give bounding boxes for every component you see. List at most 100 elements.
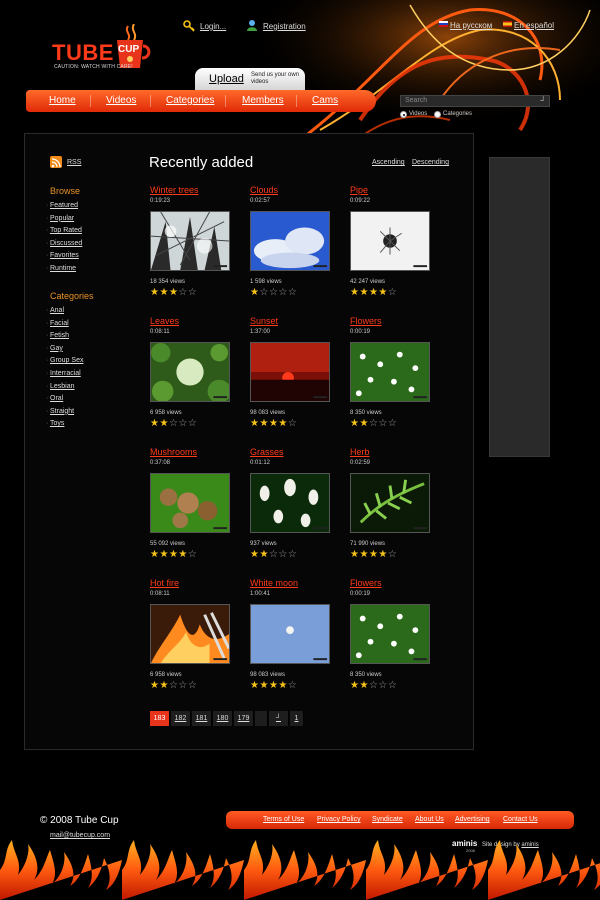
search-input[interactable]: Search ┘ [400, 95, 550, 107]
star-empty-icon: ☆ [387, 287, 398, 298]
login-link[interactable]: Login... [200, 22, 226, 31]
categories-item[interactable]: Toys [50, 420, 64, 427]
video-thumbnail[interactable] [150, 211, 230, 271]
search-videos-radio[interactable] [400, 111, 407, 118]
video-title[interactable]: Grasses [250, 447, 284, 457]
rating-stars[interactable]: ★★☆☆☆ [250, 550, 297, 560]
video-duration: 0:09:22 [350, 198, 371, 204]
star-filled-icon: ★ [168, 287, 179, 298]
video-title[interactable]: Clouds [250, 185, 278, 195]
page-link[interactable]: 181 [192, 711, 212, 726]
star-empty-icon: ☆ [187, 418, 198, 429]
categories-item[interactable]: Group Sex [50, 357, 83, 364]
rating-stars[interactable]: ★★★★☆ [250, 419, 297, 429]
rss-link[interactable]: RSS [67, 159, 81, 166]
footer-link-syndicate[interactable]: Syndicate [372, 816, 403, 823]
footer-links-bar: Terms of Use Privacy Policy Syndicate Ab… [226, 811, 574, 829]
rating-stars[interactable]: ★☆☆☆☆ [250, 288, 297, 298]
page-link[interactable]: 180 [213, 711, 233, 726]
video-title[interactable]: Pipe [350, 185, 368, 195]
categories-item[interactable]: Straight [50, 408, 74, 415]
categories-item[interactable]: Lesbian [50, 383, 75, 390]
video-title[interactable]: Hot fire [150, 578, 179, 588]
rating-stars[interactable]: ★★★☆☆ [150, 288, 197, 298]
video-duration: 1:00:41 [250, 591, 271, 597]
page-link[interactable]: ┘ [269, 711, 289, 726]
browse-item[interactable]: Popular [50, 215, 74, 222]
video-thumbnail[interactable] [250, 604, 330, 664]
rating-stars[interactable]: ★★☆☆☆ [350, 681, 397, 691]
rss-icon[interactable] [50, 156, 62, 168]
nav-cams[interactable]: Cams [312, 95, 338, 106]
upload-tab[interactable]: Upload Send us your own videos [195, 68, 305, 90]
email-link[interactable]: mail@tubecup.com [50, 832, 110, 839]
video-thumbnail[interactable] [150, 473, 230, 533]
categories-item[interactable]: Interracial [50, 370, 81, 377]
footer-link-terms[interactable]: Terms of Use [263, 816, 304, 823]
logo[interactable]: TUBE CUP CAUTION: WATCH WITH CARE! [48, 24, 158, 74]
nav-videos[interactable]: Videos [106, 95, 136, 106]
footer-link-advertising[interactable]: Advertising [455, 816, 490, 823]
spanish-link[interactable]: En español [514, 21, 554, 30]
video-title[interactable]: Sunset [250, 316, 278, 326]
page-link[interactable] [255, 711, 268, 726]
video-thumbnail[interactable] [350, 211, 430, 271]
video-thumbnail[interactable] [250, 473, 330, 533]
search-go-icon[interactable]: ┘ [540, 96, 546, 105]
browse-item[interactable]: Top Rated [50, 227, 82, 234]
video-title[interactable]: Mushrooms [150, 447, 197, 457]
rating-stars[interactable]: ★★★★☆ [150, 550, 197, 560]
video-title[interactable]: Leaves [150, 316, 179, 326]
bullet-dot: · [46, 395, 49, 403]
categories-item[interactable]: Gay [50, 345, 63, 352]
categories-item[interactable]: Oral [50, 395, 63, 402]
browse-item[interactable]: Favorites [50, 252, 79, 259]
rating-stars[interactable]: ★★☆☆☆ [150, 419, 197, 429]
bullet-dot: · [46, 382, 49, 390]
video-thumbnail[interactable] [150, 342, 230, 402]
video-thumbnail[interactable] [250, 211, 330, 271]
video-thumbnail[interactable] [350, 604, 430, 664]
categories-item[interactable]: Anal [50, 307, 64, 314]
nav-categories[interactable]: Categories [166, 95, 214, 106]
footer-link-privacy[interactable]: Privacy Policy [317, 816, 361, 823]
rating-stars[interactable]: ★★☆☆☆ [150, 681, 197, 691]
video-thumbnail[interactable] [150, 604, 230, 664]
nav-home[interactable]: Home [49, 95, 76, 106]
page-link[interactable]: 183 [150, 711, 170, 726]
star-empty-icon: ☆ [368, 418, 379, 429]
categories-item[interactable]: Facial [50, 320, 69, 327]
video-title[interactable]: Herb [350, 447, 370, 457]
page-link[interactable]: 1 [290, 711, 304, 726]
rating-stars[interactable]: ★★★★☆ [250, 681, 297, 691]
video-thumbnail[interactable] [350, 473, 430, 533]
browse-title: Browse [50, 186, 81, 196]
sort-ascending-link[interactable]: Ascending [372, 159, 405, 166]
registration-link[interactable]: Registration [263, 22, 306, 31]
video-title[interactable]: White moon [250, 578, 298, 588]
video-views: 98 083 views [250, 672, 286, 678]
rating-stars[interactable]: ★★☆☆☆ [350, 419, 397, 429]
russian-link[interactable]: На русском [450, 21, 492, 30]
rating-stars[interactable]: ★★★★☆ [350, 288, 397, 298]
search-categories-radio[interactable] [434, 111, 441, 118]
video-title[interactable]: Flowers [350, 578, 382, 588]
video-title[interactable]: Flowers [350, 316, 382, 326]
video-thumbnail[interactable] [250, 342, 330, 402]
sort-descending-link[interactable]: Descending [412, 159, 449, 166]
page-link[interactable]: 182 [171, 711, 191, 726]
footer-link-about[interactable]: About Us [415, 816, 444, 823]
video-thumbnail[interactable] [350, 342, 430, 402]
nav-members[interactable]: Members [242, 95, 284, 106]
page-link[interactable]: 179 [234, 711, 254, 726]
rating-stars[interactable]: ★★★★☆ [350, 550, 397, 560]
categories-item[interactable]: Fetish [50, 332, 69, 339]
video-card: Clouds 0:02:57 1 598 views ★☆☆☆☆ [250, 185, 340, 305]
star-filled-icon: ★ [159, 287, 169, 298]
browse-item[interactable]: Featured [50, 202, 78, 209]
browse-item[interactable]: Runtime [50, 265, 76, 272]
bullet-dot: · [46, 357, 49, 365]
browse-item[interactable]: Discussed [50, 240, 82, 247]
footer-link-contact[interactable]: Contact Us [503, 816, 538, 823]
video-title[interactable]: Winter trees [150, 185, 199, 195]
